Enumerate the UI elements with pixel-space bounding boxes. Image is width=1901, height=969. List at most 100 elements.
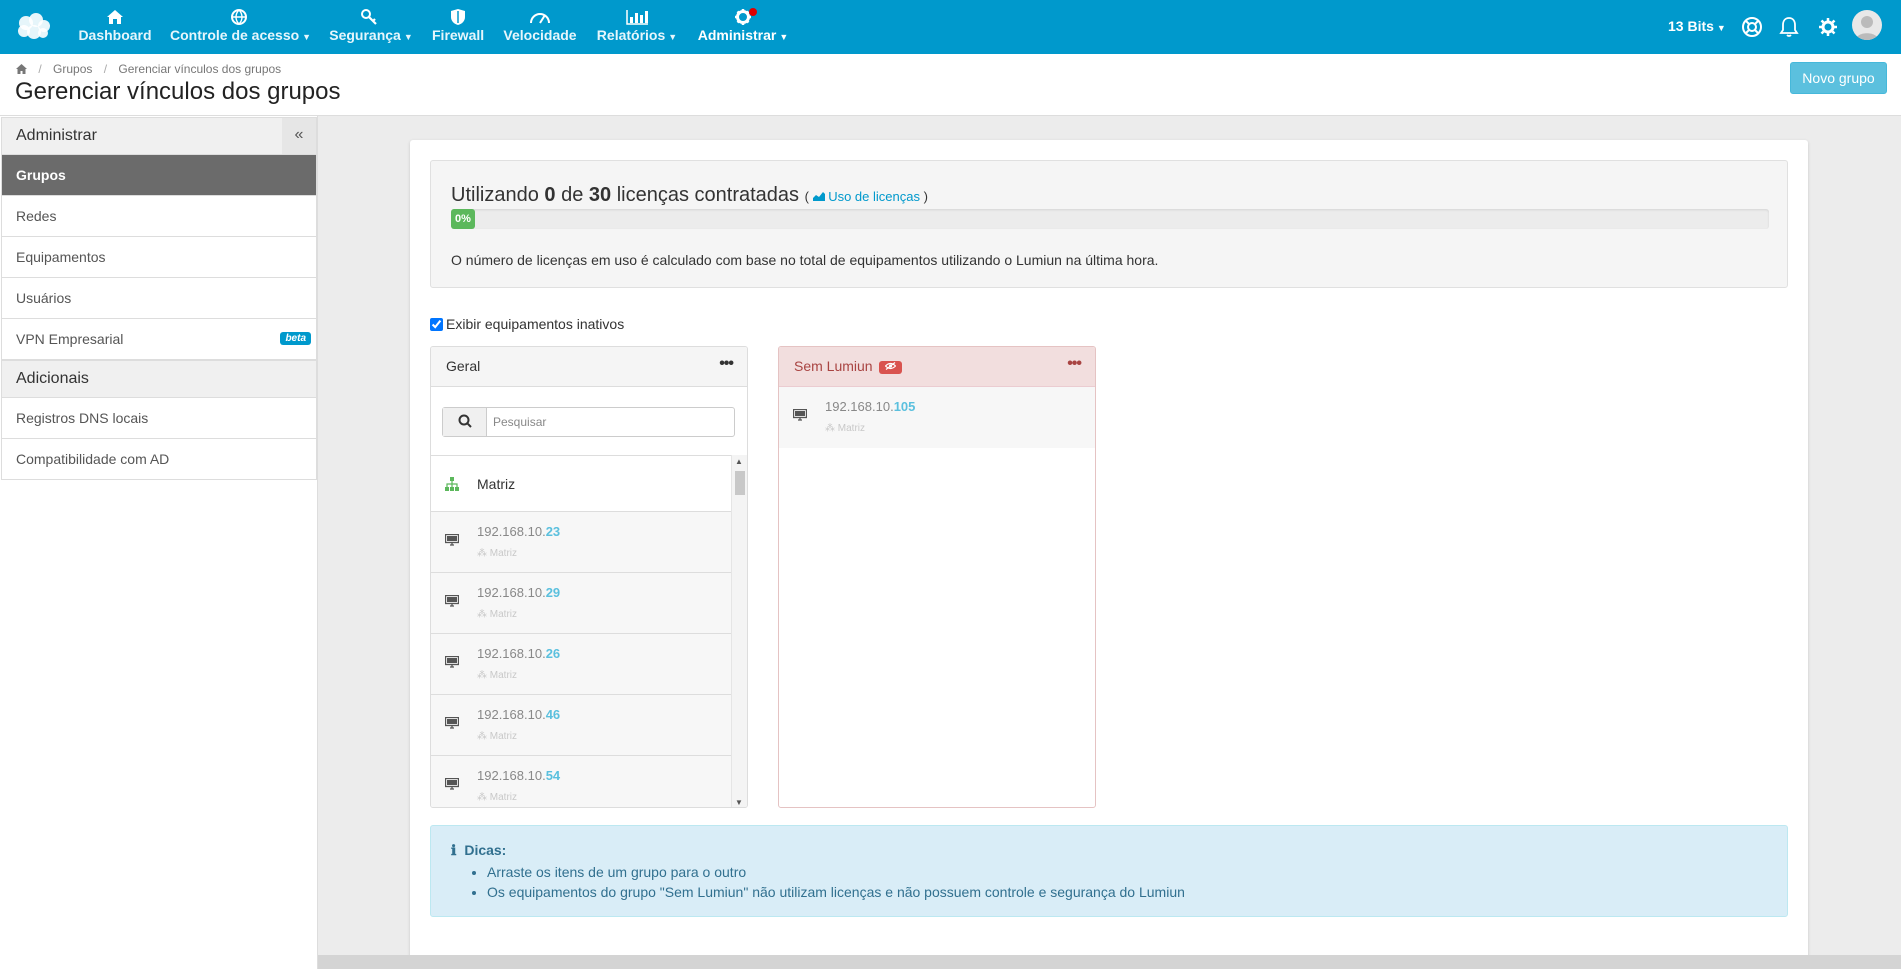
chevron-down-icon: ▼: [302, 32, 312, 42]
scroll-up-arrow-icon[interactable]: ▲: [735, 457, 743, 466]
tip-item: Arraste os itens de um grupo para o outr…: [487, 862, 1185, 882]
show-inactive-toggle[interactable]: Exibir equipamentos inativos: [430, 316, 624, 332]
search-input[interactable]: [493, 413, 723, 431]
sidebar-item-registros-dns[interactable]: Registros DNS locais: [1, 398, 317, 439]
ip-prefix: 192.168.10.: [477, 524, 546, 539]
link-paren-open: (: [804, 189, 809, 204]
sitemap-icon: ⁂: [825, 423, 838, 434]
license-usage-link[interactable]: Uso de licenças: [812, 189, 924, 204]
globe-icon: [231, 9, 247, 25]
chevron-down-icon: ▼: [668, 32, 678, 42]
help-icon[interactable]: [1741, 16, 1763, 38]
search-button[interactable]: [443, 408, 487, 436]
ip-suffix: 46: [545, 707, 561, 722]
sidebar-item-label: Equipamentos: [16, 249, 106, 265]
nav-firewall-label: Firewall: [432, 27, 485, 43]
group-title: Sem Lumiun: [794, 358, 873, 374]
sidebar-item-label: Usuários: [16, 290, 72, 306]
nav-controle-label: Controle de acesso: [170, 27, 300, 43]
home-icon[interactable]: [16, 64, 27, 74]
area-chart-icon: [812, 192, 825, 201]
sidebar-item-grupos[interactable]: Grupos: [1, 155, 317, 196]
show-inactive-checkbox[interactable]: [430, 318, 443, 331]
info-icon: ℹ: [451, 843, 457, 859]
sidebar-item-redes[interactable]: Redes: [1, 196, 317, 237]
chevron-down-icon: ▼: [1716, 23, 1726, 33]
nav-velocidade[interactable]: Velocidade: [502, 8, 578, 48]
nav-dashboard[interactable]: Dashboard: [78, 8, 152, 48]
notification-dot: [749, 8, 757, 16]
account-menu[interactable]: 13 Bits ▼: [1668, 18, 1726, 34]
top-navbar: Dashboard Controle de acesso ▼ Segurança ▼…: [0, 0, 1901, 54]
license-suffix: licenças contratadas: [616, 184, 800, 206]
tip-item: Os equipamentos do grupo "Sem Lumiun" nã…: [487, 882, 1185, 902]
key-icon: [361, 9, 377, 25]
sidebar-item-label: Grupos: [16, 167, 66, 183]
link-paren-close: ): [923, 189, 928, 204]
scroll-down-arrow-icon[interactable]: ▼: [735, 798, 743, 807]
nav-velocidade-label: Velocidade: [503, 27, 577, 43]
sidebar-section-label: Administrar: [16, 127, 97, 144]
list-item-device[interactable]: 192.168.10.26 ⁂ Matriz: [431, 634, 731, 695]
device-group: Matriz: [489, 609, 518, 620]
license-progress: 0%: [451, 209, 1769, 229]
license-progress-bar: 0%: [451, 209, 475, 229]
nav-firewall[interactable]: Firewall: [432, 8, 484, 48]
shield-icon: [451, 9, 465, 25]
license-panel: Utilizando 0 de 30 licenças contratadas …: [430, 160, 1788, 288]
bar-chart-icon: [626, 10, 648, 25]
breadcrumb-grupos[interactable]: Grupos: [53, 62, 92, 76]
nav-administrar-label: Administrar: [697, 27, 777, 43]
group-menu-button[interactable]: •••: [1067, 355, 1082, 373]
sidebar-item-label: Registros DNS locais: [16, 410, 149, 426]
license-title: Utilizando 0 de 30 licenças contratadas …: [451, 184, 928, 207]
nav-controle-de-acesso[interactable]: Controle de acesso ▼: [170, 8, 312, 48]
ip-suffix: 105: [893, 399, 916, 414]
sitemap-icon: [445, 477, 459, 491]
list-item-device[interactable]: 192.168.10.23 ⁂ Matriz: [431, 512, 731, 573]
bell-icon[interactable]: [1779, 16, 1799, 38]
collapse-sidebar-button[interactable]: «: [282, 118, 316, 154]
subgroup-label: Matriz: [477, 476, 516, 492]
beta-badge: beta: [280, 332, 311, 345]
license-usage-link-label: Uso de licenças: [828, 189, 920, 204]
list-item-subgroup[interactable]: Matriz: [431, 456, 731, 512]
sidebar-item-equipamentos[interactable]: Equipamentos: [1, 237, 317, 278]
scrollbar-thumb[interactable]: [735, 471, 745, 495]
page-bottom-strip: [318, 955, 1901, 969]
sidebar-item-label: Compatibilidade com AD: [16, 451, 170, 467]
nav-relatorios[interactable]: Relatórios ▼: [596, 8, 678, 48]
nav-seguranca[interactable]: Segurança ▼: [329, 8, 413, 48]
new-group-button[interactable]: Novo grupo: [1790, 62, 1887, 94]
lumiun-logo[interactable]: [14, 10, 54, 44]
sidebar-item-label: VPN Empresarial: [16, 331, 124, 347]
list-item-device[interactable]: 192.168.10.29 ⁂ Matriz: [431, 573, 731, 634]
sidebar-item-compatibilidade-ad[interactable]: Compatibilidade com AD: [1, 439, 317, 480]
ip-prefix: 192.168.10.: [477, 646, 546, 661]
license-total: 30: [588, 184, 612, 206]
license-of: de: [561, 184, 584, 206]
settings-gear-icon[interactable]: [1818, 17, 1838, 37]
list-item-device[interactable]: 192.168.10.46 ⁂ Matriz: [431, 695, 731, 756]
group-search: [442, 407, 735, 437]
user-icon: [1856, 16, 1878, 40]
ip-suffix: 29: [545, 585, 561, 600]
monitor-icon: [445, 656, 459, 668]
list-item-device[interactable]: 192.168.10.54 ⁂ Matriz: [431, 756, 731, 807]
sidebar-section-label: Adicionais: [16, 370, 89, 387]
show-inactive-label: Exibir equipamentos inativos: [446, 316, 625, 332]
ip-prefix: 192.168.10.: [477, 707, 546, 722]
group-menu-button[interactable]: •••: [719, 355, 734, 373]
user-avatar[interactable]: [1852, 10, 1882, 40]
sidebar-item-vpn-empresarial[interactable]: VPN Empresarial beta: [1, 319, 317, 360]
sidebar-item-label: Redes: [16, 208, 57, 224]
gear-icon: [735, 9, 751, 25]
sidebar-item-usuarios[interactable]: Usuários: [1, 278, 317, 319]
sidebar-section-adicionais: Adicionais: [1, 360, 317, 398]
group-sem-lumiun-header: Sem Lumiun •••: [779, 347, 1095, 387]
nav-administrar[interactable]: Administrar ▼: [697, 8, 789, 48]
nav-relatorios-label: Relatórios: [596, 27, 666, 43]
list-scrollbar[interactable]: ▲ ▼: [731, 455, 747, 807]
list-item-device[interactable]: 192.168.10.105 ⁂ Matriz: [779, 387, 1095, 448]
breadcrumb: / Grupos / Gerenciar vínculos dos grupos: [16, 62, 281, 76]
